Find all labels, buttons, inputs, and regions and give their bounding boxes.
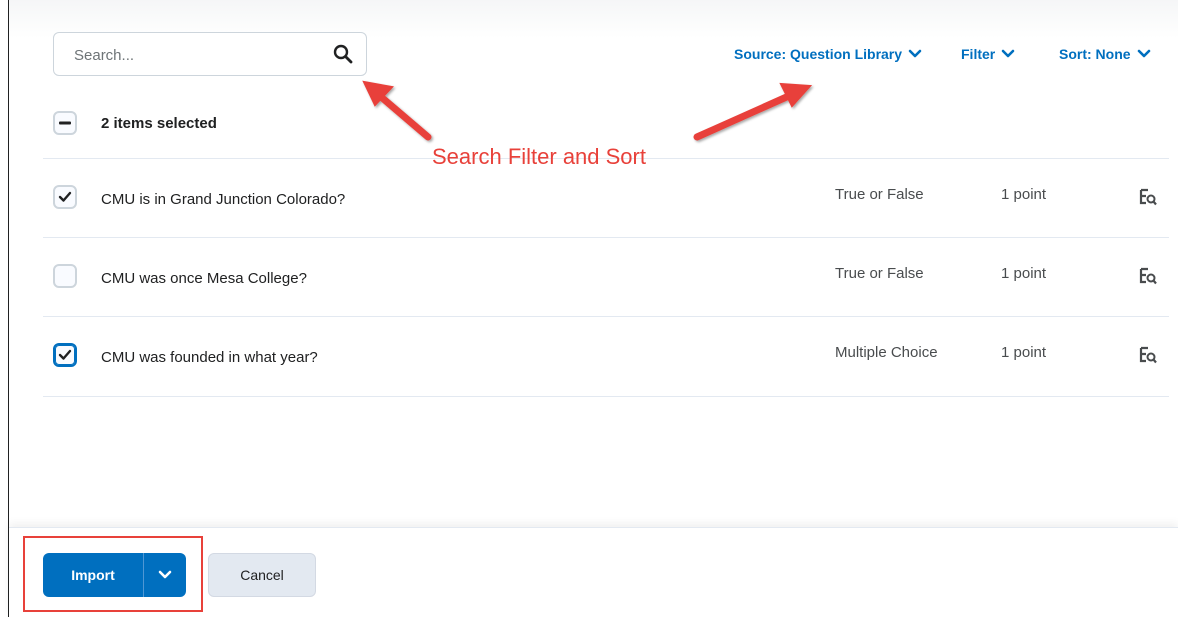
import-button[interactable]: Import [43,553,143,597]
search-input[interactable] [74,45,314,65]
question-text: CMU was founded in what year? [101,349,318,366]
select-all-checkbox[interactable] [53,111,77,135]
checkmark-icon [58,191,72,202]
sort-dropdown-label: Sort: None [1059,46,1131,62]
sort-dropdown[interactable]: Sort: None [1059,46,1151,62]
source-dropdown-label: Source: Question Library [734,46,903,62]
chevron-down-icon [158,570,172,579]
chevron-down-icon [1001,49,1015,58]
selected-count: 2 items selected [101,114,217,132]
question-text: CMU is in Grand Junction Colorado? [101,191,346,208]
question-checkbox[interactable] [53,185,77,209]
question-type: Multiple Choice [835,344,938,361]
window-edge [8,0,9,617]
question-type: True or False [835,186,924,203]
question-points: 1 point [1001,186,1047,203]
checkmark-icon [58,349,72,360]
import-options-button[interactable] [143,553,186,597]
cancel-button[interactable]: Cancel [208,553,316,597]
arrow-head-icon [362,80,394,107]
minus-icon [59,121,71,125]
arrow-head-icon [779,82,813,108]
chevron-down-icon [908,49,922,58]
search-box[interactable] [53,32,367,76]
question-row[interactable]: CMU is in Grand Junction Colorado? True … [43,159,1169,238]
filter-dropdown-label: Filter [961,46,996,62]
question-checkbox[interactable] [53,264,77,288]
search-icon[interactable] [332,43,354,65]
preview-icon[interactable] [1139,188,1157,206]
preview-icon[interactable] [1139,346,1157,364]
annotation-label: Search Filter and Sort [432,144,646,169]
question-text: CMU was once Mesa College? [101,270,307,287]
divider [43,396,1169,397]
arrow-to-search-icon [376,92,432,141]
question-type: True or False [835,265,924,282]
question-checkbox[interactable] [53,343,77,367]
question-points: 1 point [1001,344,1047,361]
question-points: 1 point [1001,265,1047,282]
filter-dropdown[interactable]: Filter [961,46,1015,62]
question-row[interactable]: CMU was founded in what year? Multiple C… [43,317,1169,396]
select-all-row: 2 items selected [53,108,217,138]
arrow-to-toolbar-icon [693,91,795,141]
preview-icon[interactable] [1139,267,1157,285]
chevron-down-icon [1137,49,1150,58]
question-row[interactable]: CMU was once Mesa College? True or False… [43,238,1169,317]
source-dropdown[interactable]: Source: Question Library [734,46,922,62]
